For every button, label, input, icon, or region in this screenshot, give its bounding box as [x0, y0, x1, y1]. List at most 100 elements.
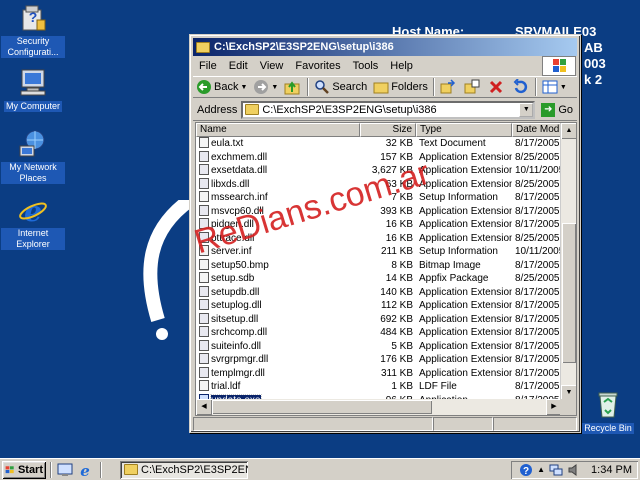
- desktop-icon-security-config[interactable]: ? Security Configurati...: [1, 2, 65, 58]
- file-size: 393 KB: [380, 205, 413, 217]
- search-button[interactable]: Search: [311, 77, 370, 97]
- security-config-icon: ?: [22, 5, 46, 31]
- desktop-icon-label: Recycle Bin: [582, 423, 634, 434]
- address-input[interactable]: C:\ExchSP2\E3SP2ENG\setup\i386 ▼: [241, 100, 536, 119]
- file-name: pttrace.dll: [211, 232, 255, 244]
- file-row[interactable]: pidgen.dll 16 KB Application Extension 8/17…: [196, 218, 576, 232]
- volume-icon[interactable]: [567, 463, 581, 477]
- file-row[interactable]: exchmem.dll 157 KB Application Extension 8/…: [196, 150, 576, 165]
- views-button[interactable]: ▼: [539, 77, 570, 97]
- desktop-icon-label: My Network Places: [1, 162, 65, 184]
- desktop-icon-label: Internet Explorer: [1, 228, 65, 250]
- taskbar-button-explorer[interactable]: C:\ExchSP2\E3SP2ENG...: [120, 460, 248, 479]
- undo-icon: [513, 79, 528, 94]
- column-header-size[interactable]: Size: [360, 123, 416, 137]
- quicklaunch-separator: [50, 461, 52, 478]
- recycle-bin-icon: [598, 392, 618, 418]
- folder-up-icon: [284, 81, 300, 95]
- tray-expand-icon[interactable]: ▲: [537, 465, 545, 474]
- quicklaunch-ie[interactable]: e: [76, 461, 94, 479]
- file-size: 311 KB: [380, 367, 413, 379]
- address-dropdown-icon[interactable]: ▼: [519, 102, 534, 117]
- menu-edit[interactable]: Edit: [223, 60, 254, 72]
- dll-file-icon: [199, 164, 209, 176]
- desktop-icon-my-computer[interactable]: My Computer: [1, 66, 65, 112]
- forward-dropdown-icon[interactable]: ▼: [271, 84, 278, 91]
- delete-button[interactable]: [485, 77, 509, 97]
- forward-button[interactable]: ▼: [250, 77, 281, 97]
- file-size: 484 KB: [380, 327, 413, 339]
- vertical-scrollbar[interactable]: ▲ ▼: [560, 123, 576, 401]
- copy-to-icon: [464, 79, 480, 94]
- desktop-icon-network-places[interactable]: My Network Places: [1, 128, 65, 184]
- desktop-icon-recycle-bin[interactable]: Recycle Bin: [576, 388, 640, 434]
- file-type: Text Document: [419, 138, 486, 150]
- explorer-window[interactable]: C:\ExchSP2\E3SP2ENG\setup\i386 File Edit…: [189, 34, 581, 433]
- file-type: Setup Information: [419, 192, 498, 204]
- file-row[interactable]: mssearch.inf 7 KB Setup Information 8/17/20…: [196, 191, 576, 205]
- file-row[interactable]: templmgr.dll 311 KB Application Extension 8…: [196, 366, 576, 381]
- move-to-icon: [440, 79, 455, 94]
- help-icon[interactable]: ?: [519, 463, 533, 477]
- go-button[interactable]: ➜ Go: [535, 102, 577, 117]
- file-size: 16 KB: [385, 232, 413, 244]
- file-type: Application Extension: [419, 151, 512, 163]
- back-button[interactable]: Back ▼: [193, 77, 250, 97]
- file-size: 3,627 KB: [371, 165, 413, 177]
- folder-icon: [124, 464, 138, 475]
- start-button[interactable]: Start: [2, 461, 46, 479]
- file-row[interactable]: svrgrpmgr.dll 176 KB Application Extension…: [196, 353, 576, 367]
- file-row[interactable]: msvcp60.dll 393 KB Application Extension 8/…: [196, 204, 576, 219]
- menu-help[interactable]: Help: [384, 60, 419, 72]
- file-name: setup.sdb: [211, 273, 255, 285]
- scroll-left-icon[interactable]: ◀: [196, 399, 212, 415]
- horizontal-scrollbar[interactable]: ◀ ▶: [196, 399, 562, 415]
- menu-tools[interactable]: Tools: [347, 60, 385, 72]
- file-type: Application Extension: [419, 327, 512, 339]
- file-row[interactable]: sitsetup.dll 692 KB Application Extension 8…: [196, 312, 576, 327]
- back-dropdown-icon[interactable]: ▼: [240, 84, 247, 91]
- up-button[interactable]: [281, 77, 305, 97]
- file-name-cell: sitsetup.dll: [196, 312, 360, 326]
- file-row[interactable]: trial.ldf1 KBLDF File8/17/2005 5:1: [196, 380, 576, 394]
- column-header-name[interactable]: Name: [196, 123, 360, 137]
- file-row[interactable]: srchcomp.dll 484 KB Application Extension 8…: [196, 326, 576, 340]
- copy-to-button[interactable]: [461, 77, 485, 97]
- horizontal-scroll-thumb[interactable]: [212, 400, 432, 414]
- file-row[interactable]: server.inf 211 KB Setup Information 10/11/2…: [196, 245, 576, 259]
- dll-file-icon: [199, 231, 209, 243]
- file-row[interactable]: setuplog.dll 112 KB Application Extension 8…: [196, 299, 576, 313]
- file-name-cell: srchcomp.dll: [196, 326, 360, 339]
- file-row[interactable]: suiteinfo.dll 5 KB Application Extension 8/…: [196, 339, 576, 354]
- file-row[interactable]: libxds.dll 63 KB Application Extension 8/25…: [196, 177, 576, 192]
- network-tray-icon[interactable]: [549, 463, 563, 477]
- window-titlebar[interactable]: C:\ExchSP2\E3SP2ENG\setup\i386: [193, 38, 577, 56]
- file-row[interactable]: setup.sdb14 KBAppfix Package8/25/2005 6:…: [196, 272, 576, 286]
- file-row[interactable]: pttrace.dll 16 KB Application Extension 8/2…: [196, 231, 576, 246]
- scroll-up-icon[interactable]: ▲: [561, 123, 576, 139]
- move-to-button[interactable]: [437, 77, 461, 97]
- desktop-icon-internet-explorer[interactable]: e Internet Explorer: [1, 194, 65, 250]
- vertical-scroll-thumb[interactable]: [562, 223, 576, 363]
- file-list[interactable]: Name Size Type Date Modified eula.txt 32 …: [195, 122, 577, 416]
- file-size: 5 KB: [391, 340, 413, 352]
- file-row[interactable]: setupdb.dll 140 KB Application Extension 8/…: [196, 285, 576, 300]
- file-row[interactable]: setup50.bmp8 KBBitmap Image8/17/2005 5:4: [196, 258, 576, 273]
- file-row[interactable]: exsetdata.dll 3,627 KB Application Extensi…: [196, 164, 576, 178]
- file-type: Application Extension: [419, 313, 512, 325]
- file-name: setup50.bmp: [211, 259, 269, 271]
- file-type: Application Extension: [419, 340, 512, 352]
- folders-button[interactable]: Folders: [370, 77, 431, 97]
- undo-button[interactable]: [509, 77, 533, 97]
- menu-file[interactable]: File: [193, 60, 223, 72]
- clock[interactable]: 1:34 PM: [591, 464, 632, 476]
- status-pane-size: [433, 417, 493, 431]
- quicklaunch-desktop[interactable]: [56, 461, 74, 479]
- views-dropdown-icon[interactable]: ▼: [560, 84, 567, 91]
- menu-view[interactable]: View: [254, 60, 290, 72]
- file-row[interactable]: eula.txt32 KBText Document8/17/2005 5:1: [196, 137, 576, 151]
- search-icon: [315, 80, 330, 94]
- file-size: 16 KB: [385, 219, 413, 231]
- menu-favorites[interactable]: Favorites: [289, 60, 346, 72]
- column-header-type[interactable]: Type: [416, 123, 512, 137]
